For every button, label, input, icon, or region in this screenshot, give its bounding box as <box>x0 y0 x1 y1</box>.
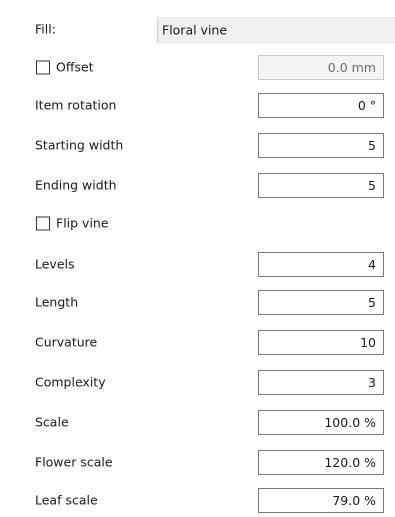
complexity-label: Complexity <box>35 374 106 390</box>
scale-input[interactable]: 100.0 % <box>258 410 384 435</box>
levels-row: Levels 4 <box>0 252 395 277</box>
complexity-input[interactable]: 3 <box>258 370 384 395</box>
length-row: Length 5 <box>0 290 395 315</box>
length-label: Length <box>35 294 79 310</box>
leaf-scale-label: Leaf scale <box>35 492 98 508</box>
item-rotation-row: Item rotation 0 ° <box>0 93 395 118</box>
fill-type-value: Floral vine <box>162 22 228 38</box>
leaf-scale-row: Leaf scale 79.0 % <box>0 488 395 513</box>
starting-width-input[interactable]: 5 <box>258 133 384 158</box>
item-rotation-input[interactable]: 0 ° <box>258 93 384 118</box>
flip-vine-checkbox-wrap[interactable]: Flip vine <box>36 216 109 231</box>
offset-row: Offset 0.0 mm <box>0 55 395 80</box>
complexity-row: Complexity 3 <box>0 370 395 395</box>
levels-label: Levels <box>35 256 75 272</box>
flip-vine-row: Flip vine <box>0 211 395 235</box>
offset-label: Offset <box>56 59 94 75</box>
starting-width-row: Starting width 5 <box>0 133 395 158</box>
scale-label: Scale <box>35 414 69 430</box>
curvature-row: Curvature 10 <box>0 330 395 355</box>
fill-type-dropdown[interactable]: Floral vine <box>157 17 395 43</box>
levels-input[interactable]: 4 <box>258 252 384 277</box>
leaf-scale-input[interactable]: 79.0 % <box>258 488 384 513</box>
curvature-input[interactable]: 10 <box>258 330 384 355</box>
offset-checkbox-wrap[interactable]: Offset <box>36 60 94 75</box>
offset-input: 0.0 mm <box>258 55 384 80</box>
offset-checkbox[interactable] <box>36 60 50 74</box>
scale-row: Scale 100.0 % <box>0 410 395 435</box>
item-rotation-label: Item rotation <box>35 97 117 113</box>
length-input[interactable]: 5 <box>258 290 384 315</box>
ending-width-label: Ending width <box>35 177 117 193</box>
starting-width-label: Starting width <box>35 137 124 153</box>
curvature-label: Curvature <box>35 334 98 350</box>
flower-scale-row: Flower scale 120.0 % <box>0 450 395 475</box>
ending-width-row: Ending width 5 <box>0 173 395 198</box>
fill-label: Fill: <box>35 21 56 37</box>
flower-scale-input[interactable]: 120.0 % <box>258 450 384 475</box>
flip-vine-checkbox[interactable] <box>36 216 50 230</box>
fill-row: Fill: Floral vine <box>0 17 395 43</box>
flower-scale-label: Flower scale <box>35 454 113 470</box>
vine-fill-properties-panel: Fill: Floral vine Offset 0.0 mm Item rot… <box>0 0 395 517</box>
ending-width-input[interactable]: 5 <box>258 173 384 198</box>
flip-vine-label: Flip vine <box>56 215 109 231</box>
